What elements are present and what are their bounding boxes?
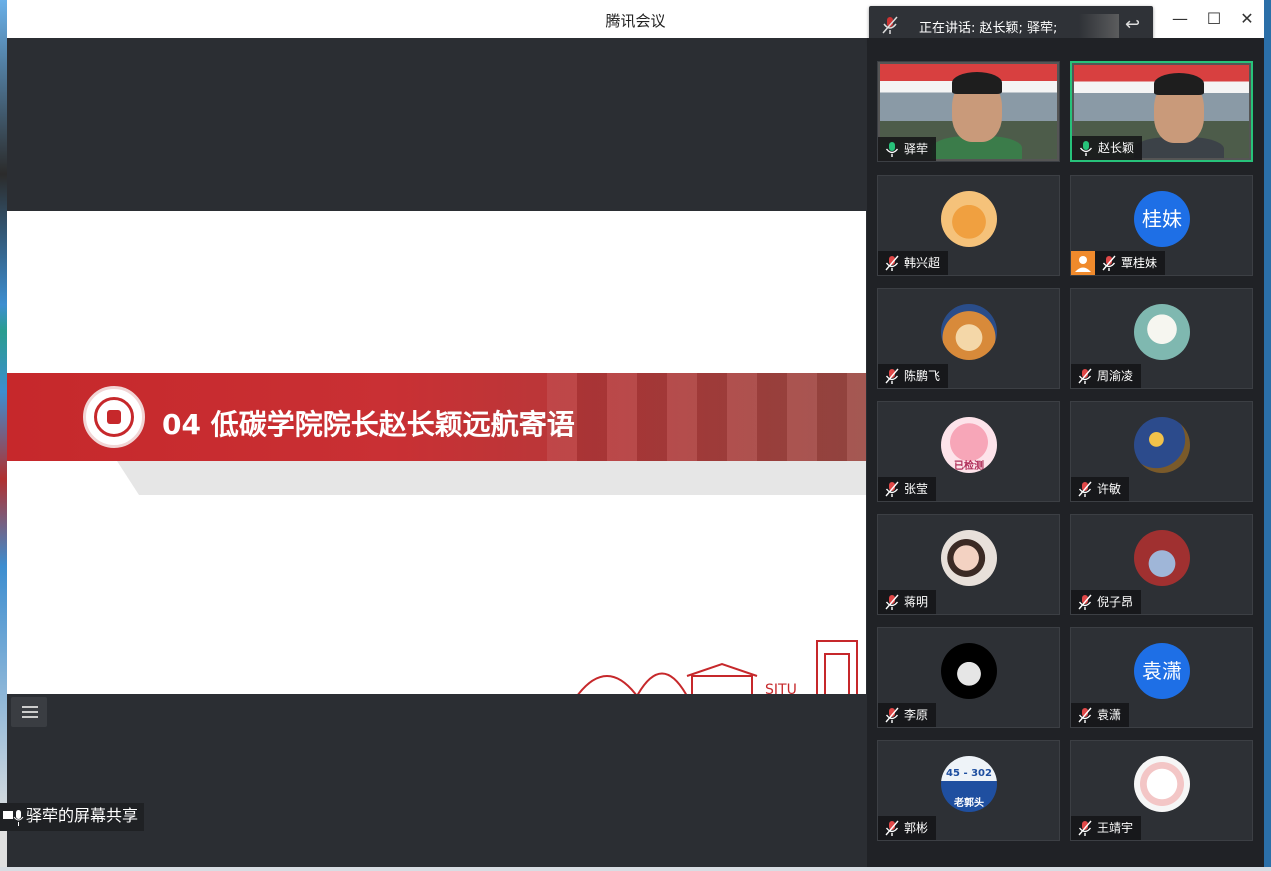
participant-avatar bbox=[1134, 756, 1190, 812]
participant-tile[interactable]: 许敏 bbox=[1070, 401, 1253, 502]
mic-muted-icon bbox=[1102, 255, 1116, 271]
participant-name: 李原 bbox=[904, 708, 929, 722]
participant-name-tag: 张莹 bbox=[878, 477, 937, 501]
avatar-caption-secondary: 老郭头 bbox=[954, 798, 984, 809]
mic-on-icon bbox=[885, 142, 899, 157]
mic-muted-icon bbox=[885, 707, 899, 723]
skyline-text: SJTU bbox=[765, 682, 797, 694]
mic-muted-icon bbox=[885, 594, 899, 610]
speaking-fade bbox=[1079, 14, 1119, 38]
participant-tile[interactable]: 桂妹覃桂妹 bbox=[1070, 175, 1253, 276]
participant-tile[interactable]: 蒋明 bbox=[877, 514, 1060, 615]
shared-slide: 04 低碳学院院长赵长颖远航寄语 SJTU bbox=[7, 211, 866, 694]
participant-avatar: 已检测 bbox=[941, 417, 997, 473]
desktop-background-left bbox=[0, 0, 7, 871]
collapse-arrow-icon[interactable]: ↩ bbox=[1125, 14, 1147, 36]
desktop-background-right bbox=[1264, 0, 1271, 871]
participant-name-tag: 赵长颖 bbox=[1072, 136, 1143, 160]
participant-name-tag: 覃桂妹 bbox=[1095, 251, 1166, 275]
participant-avatar bbox=[941, 530, 997, 586]
participant-tile[interactable]: 李原 bbox=[877, 627, 1060, 728]
college-logo-icon bbox=[83, 386, 145, 448]
share-label-text: 驿荦的屏幕共享 bbox=[26, 806, 139, 825]
participant-avatar bbox=[941, 643, 997, 699]
participant-name: 倪子昂 bbox=[1097, 595, 1134, 609]
participant-tile[interactable]: 王靖宇 bbox=[1070, 740, 1253, 841]
banner-photo bbox=[547, 373, 866, 461]
avatar-caption: 已检测 bbox=[954, 461, 984, 472]
slide-title: 04 低碳学院院长赵长颖远航寄语 bbox=[162, 408, 575, 441]
minimize-button[interactable]: — bbox=[1170, 9, 1190, 28]
participant-name-tag: 韩兴超 bbox=[878, 251, 949, 275]
participant-tile[interactable]: 陈鹏飞 bbox=[877, 288, 1060, 389]
banner-shadow bbox=[117, 461, 866, 495]
participant-name: 许敏 bbox=[1097, 482, 1122, 496]
screen-share-label: 驿荦的屏幕共享 bbox=[0, 803, 145, 831]
participant-name: 郭彬 bbox=[904, 821, 929, 835]
mic-muted-icon bbox=[882, 16, 898, 34]
participant-name: 赵长颖 bbox=[1098, 141, 1135, 155]
participant-name-tag: 倪子昂 bbox=[1071, 590, 1142, 614]
participant-avatar bbox=[1134, 530, 1190, 586]
participant-avatar bbox=[941, 304, 997, 360]
participant-tile[interactable]: 韩兴超 bbox=[877, 175, 1060, 276]
mic-muted-icon bbox=[1078, 594, 1092, 610]
participant-name-tag: 陈鹏飞 bbox=[878, 364, 949, 388]
maximize-button[interactable]: ☐ bbox=[1204, 9, 1224, 28]
share-screen-icon bbox=[3, 810, 24, 826]
participant-list-button[interactable] bbox=[11, 697, 47, 727]
participant-name: 覃桂妹 bbox=[1121, 256, 1158, 270]
participant-avatar: 45 - 302 老郭头 bbox=[941, 756, 997, 812]
participant-name: 袁潇 bbox=[1097, 708, 1122, 722]
participant-name: 驿荦 bbox=[904, 142, 929, 156]
participant-name: 张莹 bbox=[904, 482, 929, 496]
participant-gallery: 驿荦 赵长颖 韩兴超 桂妹 覃桂妹 陈鹏飞 周渝凌 已检测 张莹 许敏 蒋明 倪子昂 李原 袁潇 袁潇 45 … bbox=[867, 38, 1264, 867]
mic-on-icon bbox=[1079, 141, 1093, 156]
participant-name-tag: 王靖宇 bbox=[1071, 816, 1142, 840]
avatar-caption: 45 - 302 bbox=[946, 768, 992, 779]
mic-muted-icon bbox=[1078, 707, 1092, 723]
participant-avatar bbox=[1134, 417, 1190, 473]
mic-muted-icon bbox=[1078, 820, 1092, 836]
participant-tile[interactable]: 已检测张莹 bbox=[877, 401, 1060, 502]
user-icon bbox=[1071, 251, 1095, 275]
participant-name: 周渝凌 bbox=[1097, 369, 1134, 383]
campus-skyline-icon: SJTU bbox=[577, 640, 858, 694]
speaking-text: 正在讲话: 赵长颖; 驿荦; bbox=[919, 21, 1058, 36]
participant-name: 蒋明 bbox=[904, 595, 929, 609]
participant-name: 王靖宇 bbox=[1097, 821, 1134, 835]
participant-name: 陈鹏飞 bbox=[904, 369, 941, 383]
mic-muted-icon bbox=[885, 820, 899, 836]
participant-tile[interactable]: 周渝凌 bbox=[1070, 288, 1253, 389]
close-button[interactable]: ✕ bbox=[1237, 9, 1257, 28]
participant-avatar bbox=[1134, 304, 1190, 360]
participant-tile[interactable]: 45 - 302 老郭头郭彬 bbox=[877, 740, 1060, 841]
mic-muted-icon bbox=[1078, 481, 1092, 497]
participant-tile[interactable]: 袁潇 袁潇 bbox=[1070, 627, 1253, 728]
mic-muted-icon bbox=[885, 255, 899, 271]
participant-tile[interactable]: 倪子昂 bbox=[1070, 514, 1253, 615]
participant-name: 韩兴超 bbox=[904, 256, 941, 270]
participant-name-tag: 周渝凌 bbox=[1071, 364, 1142, 388]
meeting-window: 腾讯会议 — ☐ ✕ 04 低碳学院院长赵长颖远航寄语 SJTU 驿荦的屏幕共享… bbox=[0, 0, 1264, 867]
participant-tile[interactable]: 驿荦 bbox=[877, 61, 1060, 162]
participant-name-tag: 袁潇 bbox=[1071, 703, 1130, 727]
participant-name-tag: 蒋明 bbox=[878, 590, 937, 614]
participant-name-tag: 驿荦 bbox=[878, 137, 937, 161]
participant-avatar: 袁潇 bbox=[1134, 643, 1190, 699]
participant-tile[interactable]: 赵长颖 bbox=[1070, 61, 1253, 162]
participant-avatar bbox=[941, 191, 997, 247]
participant-name-tag: 李原 bbox=[878, 703, 937, 727]
participant-avatar: 桂妹 bbox=[1134, 191, 1190, 247]
mic-muted-icon bbox=[885, 481, 899, 497]
mic-muted-icon bbox=[885, 368, 899, 384]
participant-name-tag: 郭彬 bbox=[878, 816, 937, 840]
desktop-background-bottom bbox=[0, 867, 1271, 871]
mic-muted-icon bbox=[1078, 368, 1092, 384]
participant-name-tag: 许敏 bbox=[1071, 477, 1130, 501]
screen-share-area: 04 低碳学院院长赵长颖远航寄语 SJTU bbox=[7, 38, 866, 867]
